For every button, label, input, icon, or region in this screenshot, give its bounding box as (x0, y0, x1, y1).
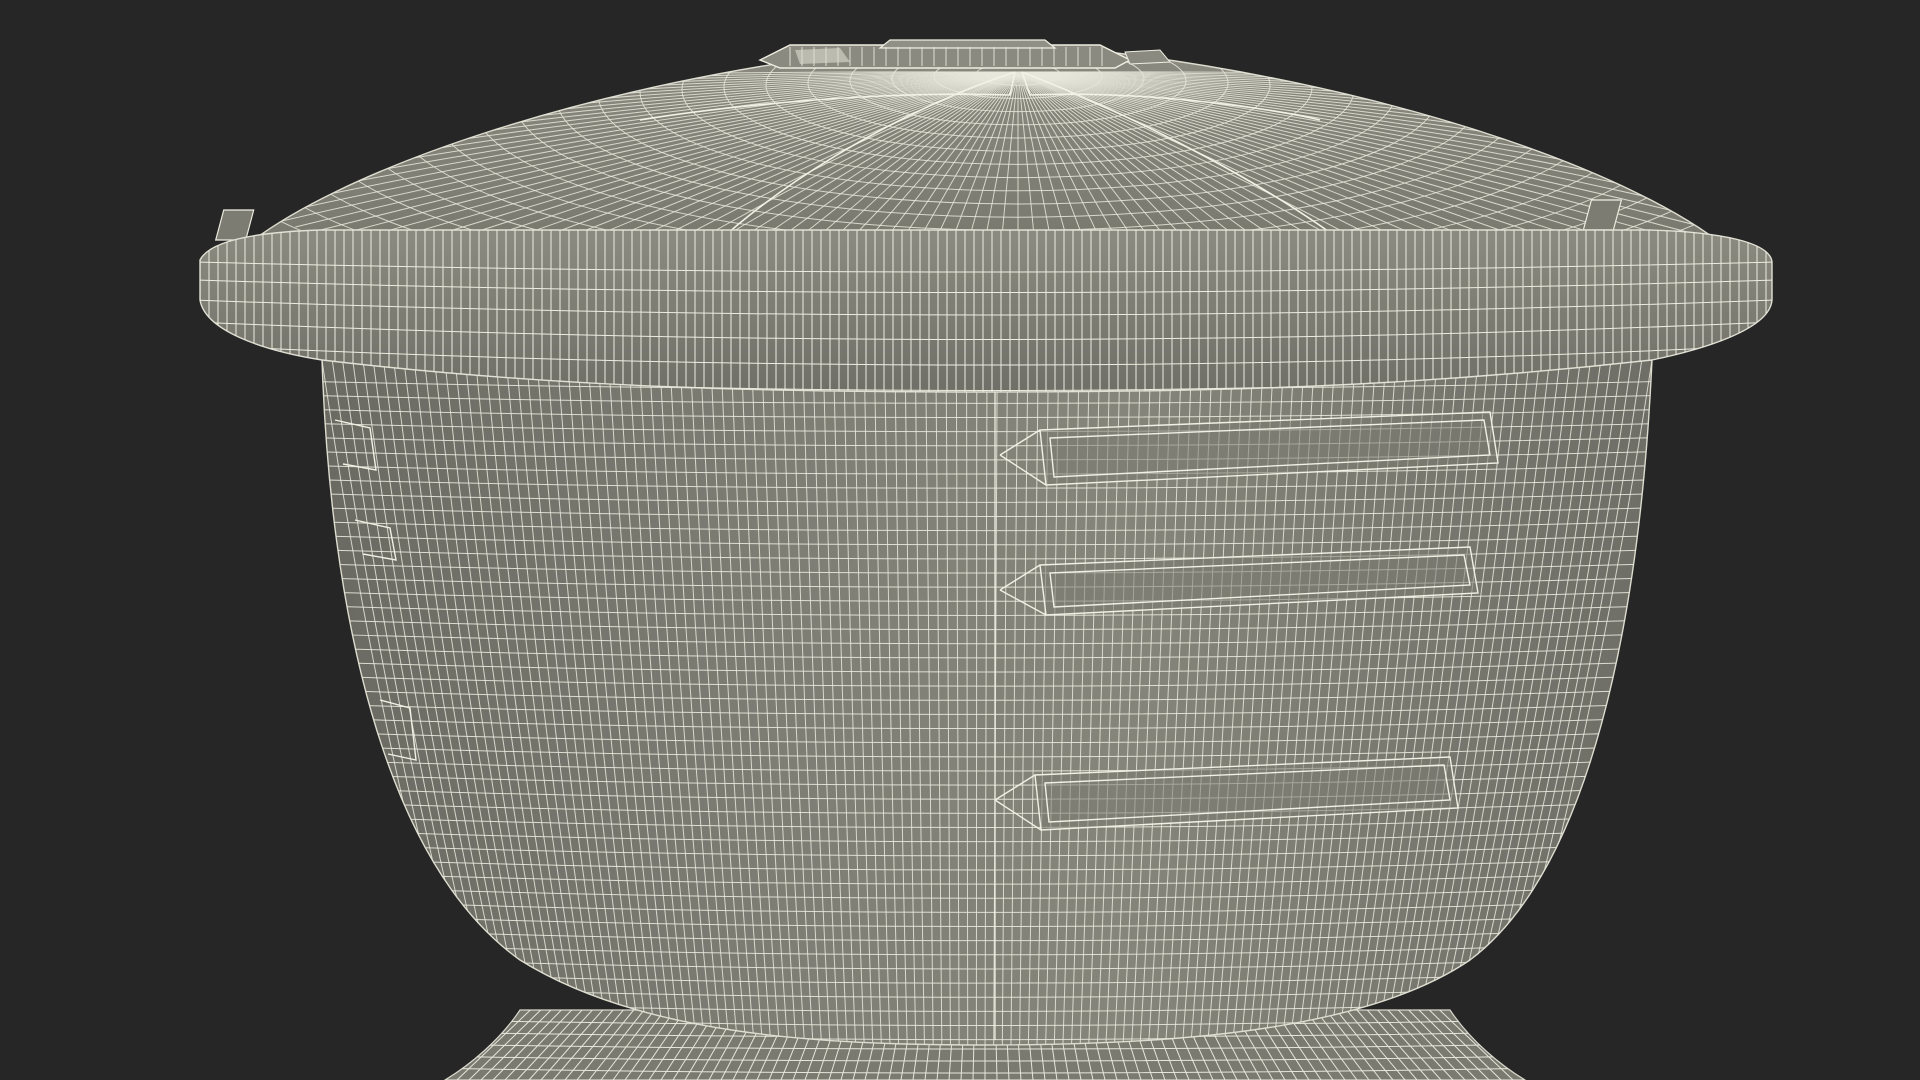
tank-rim (199, 229, 1773, 393)
lid-cap (758, 39, 1172, 69)
render-viewport (0, 0, 1920, 1080)
tank-body (321, 359, 1653, 1046)
wireframe-tank (199, 39, 1773, 1080)
